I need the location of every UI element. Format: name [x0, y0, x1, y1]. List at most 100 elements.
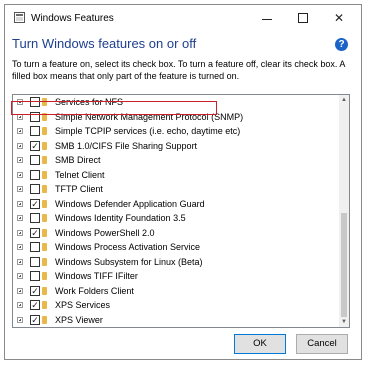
feature-row[interactable]: ✓ Windows PowerShell 2.0 [13, 226, 339, 241]
vertical-scrollbar[interactable]: ▲ ▼ [339, 95, 349, 327]
expand-plus-icon[interactable] [17, 171, 23, 178]
feature-label: XPS Viewer [55, 314, 103, 325]
feature-checkbox[interactable] [30, 155, 40, 165]
expand-plus-icon[interactable] [17, 287, 23, 294]
scroll-down-arrow-icon[interactable]: ▼ [339, 317, 349, 327]
expand-plus-icon[interactable] [17, 142, 23, 149]
feature-label: Windows PowerShell 2.0 [55, 227, 155, 238]
expand-plus-icon[interactable] [17, 229, 23, 236]
feature-row[interactable]: Simple Network Management Protocol (SNMP… [13, 110, 339, 125]
feature-checkbox[interactable] [30, 126, 40, 136]
folder-icon [42, 315, 47, 324]
feature-checkbox[interactable]: ✓ [30, 285, 40, 296]
feature-label: Windows TIFF IFilter [55, 271, 138, 281]
title-bar[interactable]: Windows Features ✕ [5, 5, 361, 31]
feature-checkbox[interactable]: ✓ [30, 227, 40, 238]
feature-checkbox[interactable]: ✓ [30, 198, 40, 209]
windows-features-icon [14, 12, 25, 23]
cancel-button[interactable]: Cancel [296, 334, 348, 354]
folder-icon [42, 156, 47, 164]
feature-row[interactable]: ✓ XPS Viewer [13, 313, 339, 328]
folder-icon [42, 243, 47, 251]
feature-label: Services for NFS [55, 97, 124, 107]
expand-plus-icon[interactable] [17, 316, 23, 323]
feature-label: Windows Identity Foundation 3.5 [55, 213, 186, 223]
folder-icon [42, 301, 47, 309]
feature-row[interactable]: ✓ Work Folders Client [13, 284, 339, 299]
dialog-heading: Turn Windows features on or off [12, 36, 197, 51]
scroll-up-arrow-icon[interactable]: ▲ [339, 95, 349, 105]
feature-checkbox[interactable] [30, 242, 40, 252]
folder-icon [42, 272, 47, 280]
window-title: Windows Features [31, 13, 114, 24]
expand-plus-icon[interactable] [17, 302, 23, 308]
feature-row[interactable]: Telnet Client [13, 168, 339, 183]
feature-checkbox[interactable] [30, 256, 40, 267]
feature-checkbox[interactable]: ✓ [30, 314, 40, 325]
feature-row[interactable]: SMB Direct [13, 153, 339, 168]
feature-label: Simple TCPIP services (i.e. echo, daytim… [55, 126, 241, 136]
feature-label: SMB 1.0/CIFS File Sharing Support [55, 140, 198, 151]
feature-row[interactable]: Simple TCPIP services (i.e. echo, daytim… [13, 124, 339, 139]
feature-label: TFTP Client [55, 184, 103, 194]
expand-plus-icon[interactable] [17, 128, 23, 134]
expand-plus-icon[interactable] [17, 157, 23, 163]
folder-icon [42, 199, 47, 208]
expand-plus-icon[interactable] [17, 186, 23, 192]
feature-checkbox[interactable] [30, 97, 40, 107]
help-icon[interactable]: ? [335, 38, 348, 51]
feature-checkbox[interactable] [30, 111, 40, 122]
expand-plus-icon[interactable] [17, 244, 23, 250]
expand-plus-icon[interactable] [17, 113, 23, 120]
expand-plus-icon[interactable] [17, 200, 23, 207]
minimize-icon [262, 18, 272, 20]
feature-row[interactable]: Services for NFS [13, 95, 339, 110]
feature-row[interactable]: Windows Process Activation Service [13, 240, 339, 255]
feature-row[interactable]: Windows TIFF IFilter [13, 269, 339, 284]
feature-label: Windows Defender Application Guard [55, 198, 205, 209]
features-list: Services for NFS Simple Network Managemen… [13, 95, 339, 327]
expand-plus-icon[interactable] [17, 273, 23, 279]
feature-label: SMB Direct [55, 155, 101, 165]
folder-icon [42, 228, 47, 237]
feature-checkbox[interactable]: ✓ [30, 140, 40, 151]
folder-icon [42, 141, 47, 150]
feature-checkbox[interactable] [30, 184, 40, 194]
feature-label: Simple Network Management Protocol (SNMP… [55, 111, 244, 122]
close-button[interactable]: ✕ [321, 5, 357, 31]
folder-icon [42, 286, 47, 295]
feature-checkbox[interactable] [30, 271, 40, 281]
folder-icon [42, 127, 47, 135]
feature-checkbox[interactable] [30, 213, 40, 223]
folder-icon [42, 257, 47, 266]
folder-icon [42, 112, 47, 121]
feature-label: Telnet Client [55, 169, 105, 180]
folder-icon [42, 214, 47, 222]
feature-label: Windows Process Activation Service [55, 242, 201, 252]
feature-row[interactable]: ✓ SMB 1.0/CIFS File Sharing Support [13, 139, 339, 154]
feature-label: Windows Subsystem for Linux (Beta) [55, 256, 203, 267]
feature-row[interactable]: TFTP Client [13, 182, 339, 197]
maximize-button[interactable] [285, 5, 321, 31]
expand-plus-icon[interactable] [17, 99, 23, 105]
feature-label: XPS Services [55, 300, 111, 310]
feature-row[interactable]: Windows Subsystem for Linux (Beta) [13, 255, 339, 270]
feature-label: Work Folders Client [55, 285, 134, 296]
ok-button[interactable]: OK [234, 334, 286, 354]
folder-icon [42, 98, 47, 106]
expand-plus-icon[interactable] [17, 215, 23, 221]
feature-row[interactable]: Windows Identity Foundation 3.5 [13, 211, 339, 226]
expand-plus-icon[interactable] [17, 258, 23, 265]
feature-checkbox[interactable] [30, 169, 40, 180]
scroll-thumb[interactable] [341, 213, 347, 317]
folder-icon [42, 170, 47, 179]
features-tree[interactable]: Services for NFS Simple Network Managemen… [12, 94, 350, 328]
folder-icon [42, 185, 47, 193]
feature-checkbox[interactable]: ✓ [30, 300, 40, 310]
dialog-description: To turn a feature on, select its check b… [12, 59, 345, 81]
minimize-button[interactable] [249, 5, 285, 31]
feature-row[interactable]: ✓ Windows Defender Application Guard [13, 197, 339, 212]
feature-row[interactable]: ✓ XPS Services [13, 298, 339, 313]
maximize-icon [298, 13, 308, 23]
close-icon: ✕ [333, 11, 345, 25]
